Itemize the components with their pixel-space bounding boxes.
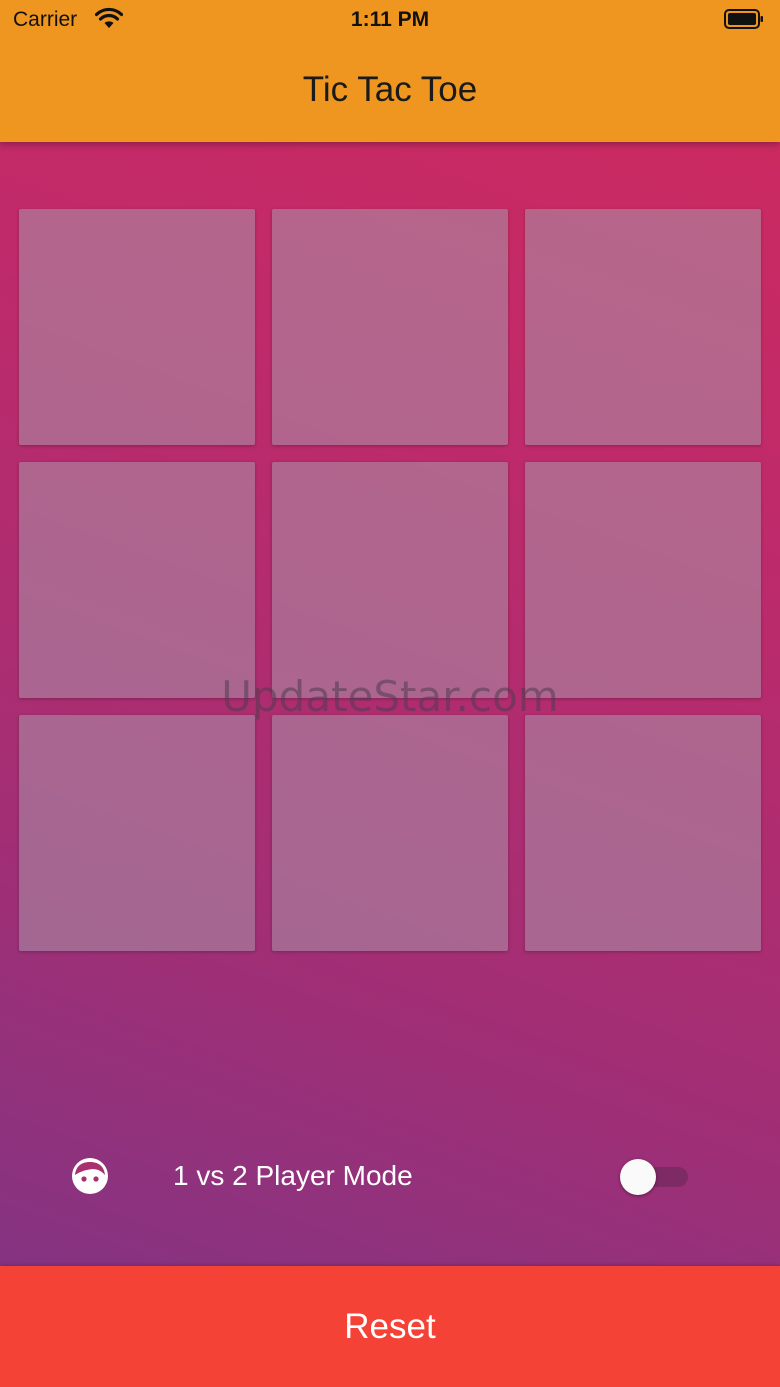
app-screen: Tic Tac Toe Carrier 1:11 PM UpdateStar.c… (0, 0, 780, 1387)
reset-button[interactable]: Reset (0, 1266, 780, 1387)
clock: 1:11 PM (350, 8, 430, 31)
status-bar: Carrier 1:11 PM (0, 0, 780, 40)
board-cell[interactable] (272, 462, 508, 698)
game-board (19, 209, 762, 952)
toggle-thumb (620, 1159, 656, 1195)
board-cell[interactable] (19, 462, 255, 698)
face-icon (70, 1156, 110, 1196)
board-cell[interactable] (525, 715, 761, 951)
player-mode-toggle[interactable] (620, 1158, 690, 1195)
battery-icon (724, 9, 764, 29)
board-cell[interactable] (525, 462, 761, 698)
board-cell[interactable] (272, 715, 508, 951)
app-title: Tic Tac Toe (302, 70, 478, 109)
player-mode-label: 1 vs 2 Player Mode (173, 1160, 413, 1191)
board-cell[interactable] (272, 209, 508, 445)
player-mode-row: 1 vs 2 Player Mode (0, 1146, 780, 1206)
board-cell[interactable] (19, 209, 255, 445)
board-cell[interactable] (19, 715, 255, 951)
board-cell[interactable] (525, 209, 761, 445)
